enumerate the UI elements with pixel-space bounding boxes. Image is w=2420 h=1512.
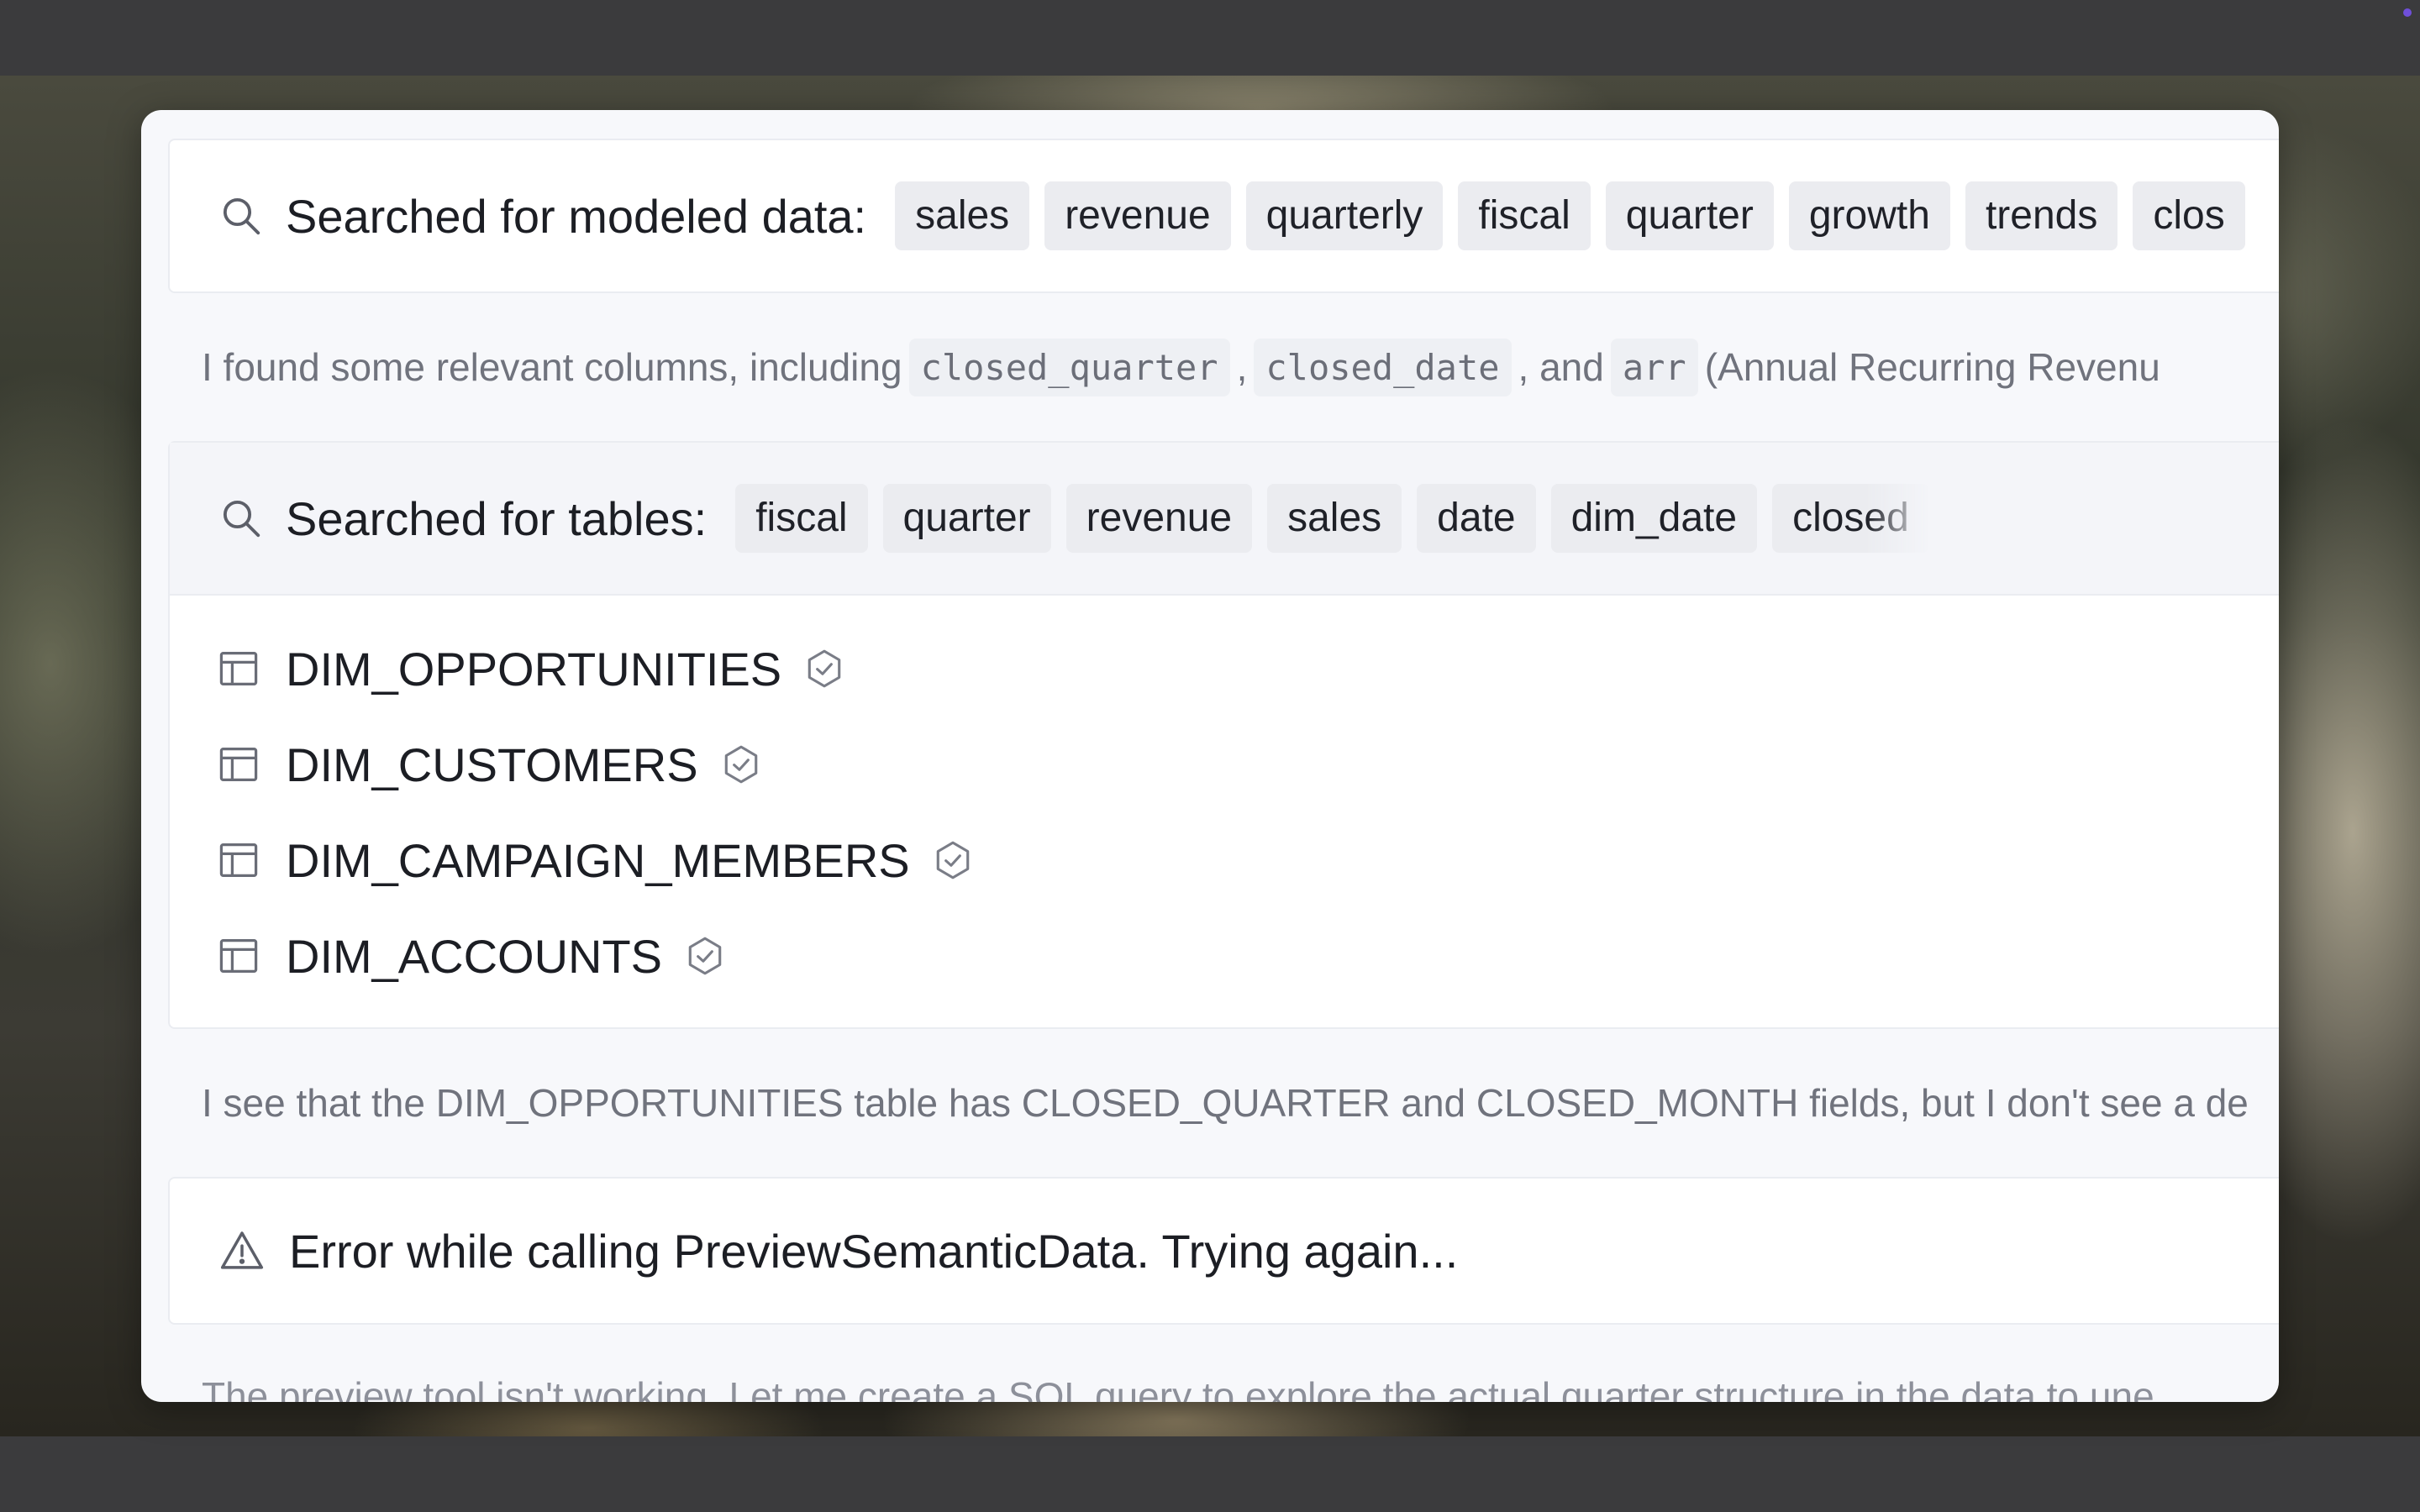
- status-dot: [2403, 8, 2412, 17]
- table-result-item[interactable]: DIM_OPPORTUNITIES: [217, 621, 2279, 717]
- search-term-chip: date: [1417, 484, 1536, 553]
- search-term-chip: quarter: [1605, 181, 1774, 250]
- search-term-chip: fiscal: [1458, 181, 1591, 250]
- inline-code: closed_date: [1254, 338, 1512, 396]
- inline-code: arr: [1610, 338, 1698, 396]
- tables-search-title: Searched for tables:: [286, 491, 708, 545]
- table-result-item[interactable]: DIM_ACCOUNTS: [217, 908, 2279, 1004]
- search-term-chip: sales: [895, 181, 1030, 250]
- verified-badge-icon: [808, 649, 841, 688]
- top-bar: [0, 0, 2420, 76]
- search-icon: [223, 197, 260, 235]
- modeled-data-search-title: Searched for modeled data:: [286, 189, 867, 243]
- message-text: , and: [1518, 345, 1604, 389]
- table-icon: [219, 651, 258, 686]
- warning-icon: [220, 1231, 264, 1269]
- message-text: The preview tool isn't working. Let me c…: [202, 1374, 2154, 1402]
- message-text: (Annual Recurring Revenu: [1704, 345, 2160, 389]
- verified-badge-icon: [724, 745, 757, 784]
- inline-code: closed_quarter: [908, 338, 1230, 396]
- search-term-chip: growth: [1788, 181, 1950, 250]
- table-name: DIM_CUSTOMERS: [286, 738, 698, 791]
- assistant-message: I found some relevant columns, including…: [168, 293, 2279, 441]
- table-icon: [219, 747, 258, 782]
- search-term-chip: clos: [2133, 181, 2245, 250]
- search-term-chip: quarter: [882, 484, 1051, 553]
- search-term-chip: dim_date: [1550, 484, 1758, 553]
- search-term-chip: sales: [1267, 484, 1402, 553]
- search-term-chip: revenue: [1044, 181, 1231, 250]
- verified-badge-icon: [688, 937, 722, 975]
- search-term-chip: trends: [1965, 181, 2118, 250]
- bottom-bar: [0, 1436, 2420, 1512]
- search-term-chip: quarterly: [1245, 181, 1444, 250]
- modeled-data-search-card[interactable]: Searched for modeled data: sales revenue…: [168, 139, 2279, 293]
- table-result-item[interactable]: DIM_CUSTOMERS: [217, 717, 2279, 812]
- tables-search-header[interactable]: Searched for tables: fiscal quarter reve…: [170, 443, 2279, 594]
- table-icon: [219, 843, 258, 878]
- table-results-list: DIM_OPPORTUNITIES DIM_CUSTOMERS DIM_CAMP…: [170, 594, 2279, 1027]
- chat-panel: Searched for modeled data: sales revenue…: [141, 110, 2279, 1402]
- chat-thread: Searched for modeled data: sales revenue…: [168, 139, 2279, 1402]
- table-name: DIM_CAMPAIGN_MEMBERS: [286, 833, 910, 887]
- message-text: I found some relevant columns, including: [202, 345, 902, 389]
- table-icon: [219, 938, 258, 974]
- table-name: DIM_OPPORTUNITIES: [286, 642, 782, 696]
- modeled-data-search-header[interactable]: Searched for modeled data: sales revenue…: [170, 140, 2279, 291]
- search-icon: [223, 500, 260, 538]
- search-term-chip: fiscal: [735, 484, 868, 553]
- table-name: DIM_ACCOUNTS: [286, 929, 663, 983]
- error-card[interactable]: Error while calling PreviewSemanticData.…: [168, 1177, 2279, 1325]
- error-message: Error while calling PreviewSemanticData.…: [289, 1224, 1459, 1278]
- assistant-message: The preview tool isn't working. Let me c…: [168, 1325, 2279, 1402]
- message-text: ,: [1236, 345, 1248, 389]
- tables-search-card[interactable]: Searched for tables: fiscal quarter reve…: [168, 441, 2279, 1029]
- message-text: I see that the DIM_OPPORTUNITIES table h…: [202, 1081, 2249, 1125]
- verified-badge-icon: [936, 841, 969, 879]
- search-term-chip: revenue: [1065, 484, 1253, 553]
- search-term-chip: closed: [1772, 484, 1929, 553]
- table-result-item[interactable]: DIM_CAMPAIGN_MEMBERS: [217, 812, 2279, 908]
- assistant-message: I see that the DIM_OPPORTUNITIES table h…: [168, 1029, 2279, 1177]
